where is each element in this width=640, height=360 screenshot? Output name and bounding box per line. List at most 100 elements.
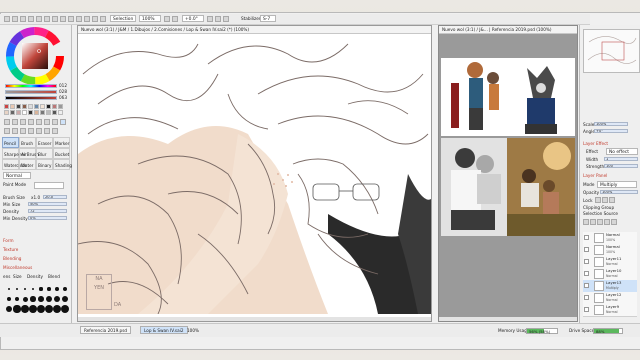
reference-photo-couple-field[interactable] — [507, 138, 575, 236]
brush-size-preset[interactable] — [13, 305, 21, 313]
layer-panel-section[interactable]: Layer Panel — [583, 173, 607, 178]
lock-paint-icon[interactable] — [609, 197, 615, 203]
tool-pencil[interactable]: Pencil — [2, 137, 19, 148]
min-size-slider[interactable]: 50% — [28, 202, 67, 206]
pressure-tool-icon[interactable] — [36, 128, 42, 134]
tool-bucket[interactable]: Bucket — [53, 148, 70, 159]
zoom-field[interactable]: 100% — [139, 15, 161, 22]
visibility-icon[interactable] — [584, 235, 589, 240]
clipping-group-checkbox[interactable]: Clipping Group — [583, 205, 614, 210]
swatch[interactable] — [16, 110, 21, 115]
rotation-field[interactable]: +0.0° — [182, 15, 204, 22]
saturation-slider[interactable] — [5, 90, 57, 94]
hand-tool-icon[interactable] — [52, 119, 58, 125]
brush-size-preset[interactable] — [23, 287, 27, 291]
color-tool-icon[interactable] — [52, 128, 58, 134]
visibility-icon[interactable] — [584, 295, 589, 300]
delete-layer-icon[interactable] — [611, 219, 617, 225]
menu-icon[interactable] — [4, 16, 10, 22]
width-slider[interactable]: 1 — [604, 157, 638, 161]
zoom-out-icon[interactable] — [60, 16, 66, 22]
layer-mode-select[interactable]: Multiply — [597, 181, 637, 188]
brush-size-preset[interactable] — [21, 305, 29, 313]
deselect-icon[interactable] — [28, 16, 34, 22]
curve-tool-icon[interactable] — [12, 128, 18, 134]
blending-section[interactable]: Blending — [3, 256, 21, 261]
brush-size-preset[interactable] — [53, 295, 61, 303]
lock-transparency-icon[interactable] — [595, 197, 601, 203]
swatch[interactable] — [40, 110, 45, 115]
magic-wand-icon[interactable] — [20, 119, 26, 125]
rotate-reset-icon[interactable] — [223, 16, 229, 22]
show-selection-icon[interactable] — [44, 16, 50, 22]
tool-blur[interactable]: Blur — [36, 148, 53, 159]
swatch[interactable] — [22, 110, 27, 115]
canvas-h-scrollbar[interactable] — [78, 317, 431, 321]
brush-size-preset[interactable] — [47, 287, 51, 291]
swatch[interactable] — [4, 104, 9, 109]
blend-mode-select[interactable]: Normal — [3, 172, 31, 179]
swatch[interactable] — [46, 110, 51, 115]
pressure-blend-checkbox[interactable]: Blend — [48, 274, 60, 279]
swatch[interactable] — [52, 104, 57, 109]
paint-mode-select[interactable] — [34, 182, 64, 189]
eyedropper-icon[interactable] — [60, 119, 66, 125]
brush-size-preset[interactable] — [8, 288, 10, 290]
layer-row[interactable]: Layer9 Normal — [583, 304, 637, 317]
new-layer-icon[interactable] — [583, 219, 589, 225]
flip-icon[interactable] — [92, 16, 98, 22]
invert-selection-icon[interactable] — [36, 16, 42, 22]
scale-slider[interactable]: 100% — [594, 122, 628, 126]
canvas-artwork[interactable] — [78, 34, 431, 314]
navigator-preview[interactable] — [583, 29, 640, 73]
brush-size-preset[interactable] — [29, 305, 37, 313]
line-tool-icon[interactable] — [20, 128, 26, 134]
misc-section[interactable]: Miscellaneous — [3, 265, 32, 270]
new-folder-icon[interactable] — [590, 219, 596, 225]
rotate-right-icon[interactable] — [84, 16, 90, 22]
grid-icon[interactable] — [100, 16, 106, 22]
swatch[interactable] — [22, 104, 27, 109]
effect-select[interactable]: No effect — [606, 148, 638, 155]
min-density-slider[interactable]: 0% — [28, 216, 67, 220]
brush-size-preset[interactable] — [45, 305, 53, 313]
visibility-icon[interactable] — [584, 259, 589, 264]
angle-slider[interactable]: +0° — [594, 129, 628, 133]
value-slider[interactable] — [5, 96, 57, 100]
tool-water[interactable]: Water — [19, 159, 36, 170]
reference-photo-couple-bw[interactable] — [441, 138, 507, 236]
density-slider[interactable]: 72 — [28, 209, 67, 213]
redo-icon[interactable] — [20, 16, 26, 22]
undo-icon[interactable] — [12, 16, 18, 22]
brush-size-preset[interactable] — [14, 296, 20, 302]
edit-tool-icon[interactable] — [28, 128, 34, 134]
pressure-density-checkbox[interactable]: Density — [27, 274, 43, 279]
brush-size-preset[interactable] — [46, 296, 52, 302]
reset-view-icon[interactable] — [68, 16, 74, 22]
reference-photo-wolf[interactable] — [507, 58, 575, 136]
zoom-in-icon[interactable] — [52, 16, 58, 22]
select-tool-icon[interactable] — [4, 119, 10, 125]
pressure-size-checkbox[interactable]: Size — [13, 274, 22, 279]
brush-size-preset[interactable] — [61, 305, 69, 313]
brush-size-preset[interactable] — [30, 296, 36, 302]
zoom-minus-icon[interactable] — [164, 16, 170, 22]
form-section[interactable]: Form — [3, 238, 14, 243]
tool-binary[interactable]: Binary — [36, 159, 53, 170]
brush-size-preset[interactable] — [53, 305, 61, 313]
hue-slider[interactable] — [5, 84, 57, 88]
tool-sharpener[interactable]: Sharpener — [2, 148, 26, 159]
swatch[interactable] — [58, 104, 63, 109]
rotate-cw-icon[interactable] — [215, 16, 221, 22]
rotate-tool-icon[interactable] — [44, 119, 50, 125]
tool-eraser[interactable]: Eraser — [36, 137, 53, 148]
swatch[interactable] — [34, 104, 39, 109]
merge-layer-icon[interactable] — [597, 219, 603, 225]
tool-brush[interactable]: Brush — [19, 137, 36, 148]
swatch[interactable] — [52, 110, 57, 115]
swatch[interactable] — [28, 110, 33, 115]
swatch[interactable] — [4, 110, 9, 115]
swatch[interactable] — [34, 110, 39, 115]
visibility-icon[interactable] — [584, 283, 589, 288]
strength-slider[interactable]: 100 — [604, 164, 638, 168]
